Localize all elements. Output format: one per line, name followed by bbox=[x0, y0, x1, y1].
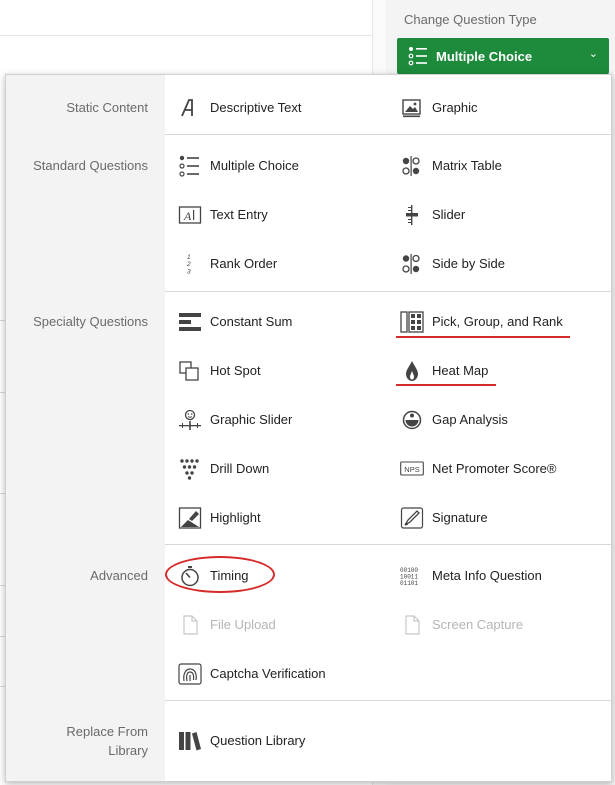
menu-item-label: Hot Spot bbox=[210, 363, 261, 378]
fingerprint-icon bbox=[178, 663, 202, 685]
menu-item-label: Captcha Verification bbox=[210, 666, 326, 681]
menu-item-rank-order[interactable]: 1 2 3 Rank Order bbox=[178, 244, 378, 284]
menu-item-drill-down[interactable]: Drill Down bbox=[178, 449, 378, 489]
graphic-icon bbox=[402, 99, 421, 118]
menu-item-text-entry[interactable]: A Text Entry bbox=[178, 195, 378, 235]
menu-item-label: Pick, Group, and Rank bbox=[432, 314, 563, 329]
menu-item-label: Question Library bbox=[210, 733, 306, 748]
menu-item-descriptive-text[interactable]: Descriptive Text bbox=[178, 88, 378, 128]
menu-item-label: Graphic Slider bbox=[210, 412, 293, 427]
signature-icon bbox=[400, 507, 424, 529]
chevron-down-icon: ⌄ bbox=[588, 48, 598, 60]
menu-item-label: File Upload bbox=[210, 617, 276, 632]
pick-group-rank-icon bbox=[400, 311, 424, 333]
menu-item-label: Rank Order bbox=[210, 256, 278, 271]
section-separator bbox=[165, 700, 611, 701]
menu-item-hot-spot[interactable]: Hot Spot bbox=[178, 351, 378, 391]
file-icon bbox=[405, 615, 420, 635]
multiple-choice-icon bbox=[408, 47, 427, 66]
menu-item-question-library[interactable]: Question Library bbox=[178, 721, 378, 761]
menu-item-multiple-choice[interactable]: Multiple Choice bbox=[178, 146, 378, 186]
slider-icon bbox=[406, 205, 418, 225]
rank-order-glyph: 3 bbox=[187, 269, 191, 276]
background-top-strip bbox=[0, 0, 385, 36]
constant-sum-icon bbox=[179, 313, 201, 331]
menu-item-net-promoter-score[interactable]: NPS Net Promoter Score® bbox=[400, 449, 600, 489]
menu-item-file-upload: File Upload bbox=[178, 605, 378, 645]
menu-item-label: Net Promoter Score® bbox=[432, 461, 557, 476]
menu-item-constant-sum[interactable]: Constant Sum bbox=[178, 302, 378, 342]
menu-item-side-by-side[interactable]: Side by Side bbox=[400, 244, 600, 284]
matrix-table-icon bbox=[402, 156, 420, 176]
menu-item-captcha-verification[interactable]: Captcha Verification bbox=[178, 654, 378, 694]
menu-item-signature[interactable]: Signature bbox=[400, 498, 600, 538]
nps-icon: NPS bbox=[400, 461, 424, 476]
question-type-menu: Static Content Standard Questions Specia… bbox=[5, 74, 612, 782]
category-replace-line2: Library bbox=[108, 743, 148, 758]
menu-item-meta-info-question[interactable]: 00100 10011 01101 Meta Info Question bbox=[400, 556, 600, 596]
nps-badge-text: NPS bbox=[404, 465, 419, 474]
annotation-underline bbox=[396, 336, 570, 338]
text-entry-glyph: A bbox=[183, 209, 192, 223]
menu-item-label: Graphic bbox=[432, 100, 478, 115]
hot-spot-icon bbox=[179, 361, 199, 381]
category-static-content: Static Content bbox=[66, 100, 148, 115]
menu-item-label: Text Entry bbox=[210, 207, 268, 222]
menu-item-label: Multiple Choice bbox=[210, 158, 299, 173]
category-replace-line1: Replace From bbox=[66, 724, 148, 739]
menu-item-label: Gap Analysis bbox=[432, 412, 508, 427]
menu-item-gap-analysis[interactable]: Gap Analysis bbox=[400, 400, 600, 440]
category-standard-questions: Standard Questions bbox=[33, 158, 148, 173]
menu-item-label: Highlight bbox=[210, 510, 261, 525]
menu-item-graphic-slider[interactable]: Graphic Slider bbox=[178, 400, 378, 440]
menu-item-label: Meta Info Question bbox=[432, 568, 542, 583]
section-separator bbox=[165, 544, 611, 545]
side-by-side-icon bbox=[402, 254, 420, 274]
file-icon bbox=[183, 615, 198, 635]
descriptive-text-icon bbox=[181, 99, 193, 117]
annotation-circle bbox=[165, 556, 275, 593]
category-advanced: Advanced bbox=[90, 568, 148, 583]
section-separator bbox=[165, 291, 611, 292]
graphic-slider-icon bbox=[179, 409, 201, 430]
menu-item-label: Descriptive Text bbox=[210, 100, 302, 115]
multiple-choice-icon bbox=[179, 155, 199, 177]
menu-item-label: Drill Down bbox=[210, 461, 270, 476]
menu-item-highlight[interactable]: Highlight bbox=[178, 498, 378, 538]
category-specialty-questions: Specialty Questions bbox=[33, 314, 148, 329]
gap-analysis-icon bbox=[402, 410, 422, 430]
menu-item-screen-capture: Screen Capture bbox=[400, 605, 600, 645]
menu-item-label: Heat Map bbox=[432, 363, 489, 378]
flame-icon bbox=[406, 361, 418, 381]
section-separator bbox=[165, 134, 611, 135]
category-sidebar bbox=[6, 75, 165, 781]
rank-order-glyph: 1 bbox=[187, 254, 191, 261]
library-books-icon bbox=[179, 732, 201, 751]
rank-order-icon: 1 2 3 bbox=[186, 254, 191, 276]
menu-item-label: Slider bbox=[432, 207, 466, 222]
menu-item-label: Side by Side bbox=[432, 256, 505, 271]
text-entry-icon: A bbox=[178, 206, 202, 224]
menu-item-label: Matrix Table bbox=[432, 158, 502, 173]
highlight-icon bbox=[178, 507, 202, 529]
meta-info-glyph: 01101 bbox=[400, 580, 418, 587]
meta-info-icon: 00100 10011 01101 bbox=[400, 567, 418, 587]
category-replace-from-library: Replace From Library bbox=[66, 722, 148, 760]
menu-item-label: Screen Capture bbox=[432, 617, 524, 632]
menu-item-matrix-table[interactable]: Matrix Table bbox=[400, 146, 600, 186]
change-question-type-button[interactable]: Multiple Choice ⌄ bbox=[397, 38, 609, 74]
menu-item-slider[interactable]: Slider bbox=[400, 195, 600, 235]
drill-down-icon bbox=[180, 459, 199, 480]
menu-item-graphic[interactable]: Graphic bbox=[400, 88, 600, 128]
rank-order-glyph: 2 bbox=[186, 261, 191, 268]
change-question-type-value: Multiple Choice bbox=[436, 49, 533, 64]
annotation-underline bbox=[396, 384, 496, 386]
menu-item-label: Constant Sum bbox=[210, 314, 293, 329]
change-question-type-label: Change Question Type bbox=[404, 12, 537, 27]
menu-item-label: Signature bbox=[432, 510, 488, 525]
